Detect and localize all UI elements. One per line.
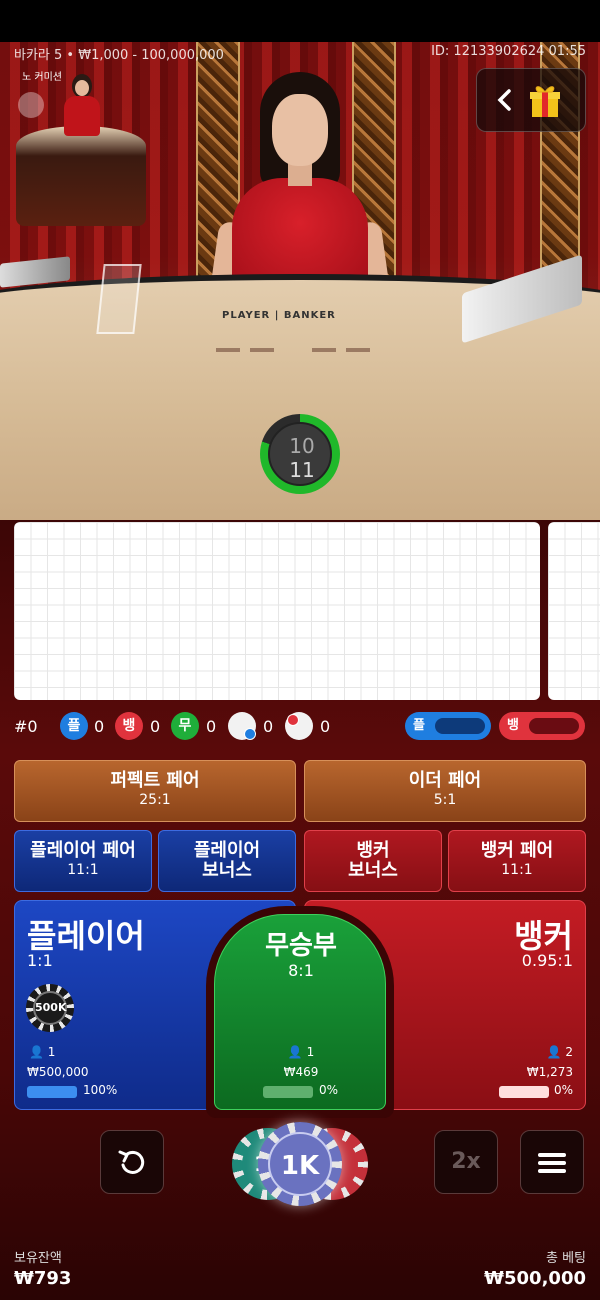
banker-win-badge: 뱅 [115, 712, 143, 740]
player-win-badge: 플 [60, 712, 88, 740]
banker-win-count: 0 [150, 717, 161, 736]
banker-bet-progress [499, 1086, 549, 1098]
menu-button[interactable] [520, 1130, 584, 1194]
banker-bonus-bet[interactable]: 뱅커 보너스 [304, 830, 442, 892]
double-button[interactable]: 2x [434, 1130, 498, 1194]
side-dealer [60, 74, 104, 136]
player-bonus-bet[interactable]: 플레이어 보너스 [158, 830, 296, 892]
banker-bonus-name-2: 보너스 [348, 860, 398, 881]
tie-bet-progress [263, 1086, 313, 1098]
card-slot [312, 348, 336, 352]
side-table [16, 126, 146, 226]
tie-bettors: 👤 1 [215, 1045, 387, 1059]
player-predict-label: 플 [413, 718, 425, 733]
banker-bettors: 👤 2 [547, 1045, 573, 1059]
player-pair-icon [228, 712, 256, 740]
placed-chip-value: 500K [33, 991, 67, 1025]
banker-bonus-name-1: 뱅커 [356, 840, 390, 861]
player-pair-odds: 11:1 [67, 862, 99, 878]
banker-bettor-count: 2 [565, 1045, 573, 1059]
tie-bet-amount: ₩469 [283, 1065, 319, 1079]
either-pair-bet[interactable]: 이더 페어 5:1 [304, 760, 586, 822]
banker-pair-bet[interactable]: 뱅커 페어 11:1 [448, 830, 586, 892]
tie-bet-odds: 8:1 [288, 961, 314, 980]
balance-value: ₩793 [14, 1268, 72, 1289]
game-id: ID: 12133902624 01:55 [431, 44, 586, 59]
perfect-pair-name: 퍼펙트 페어 [110, 770, 200, 791]
selected-chip[interactable]: 1K [258, 1122, 342, 1206]
perfect-pair-bet[interactable]: 퍼펙트 페어 25:1 [14, 760, 296, 822]
card-slot [346, 348, 370, 352]
promo-panel[interactable] [476, 68, 586, 132]
gift-icon[interactable] [529, 83, 561, 119]
tie-count: 0 [206, 717, 217, 736]
undo-button[interactable] [100, 1130, 164, 1194]
banker-bet-percent: 0% [553, 1083, 573, 1097]
banker-predict-label: 뱅 [507, 718, 519, 733]
placed-chip: 500K [26, 984, 74, 1032]
player-bonus-name-2: 보너스 [202, 860, 252, 881]
timer-previous: 10 [289, 434, 315, 458]
player-bet-amount: ₩500,000 [27, 1065, 89, 1079]
player-bettor-count: 1 [47, 1045, 56, 1059]
total-bet-value: ₩500,000 [484, 1268, 586, 1289]
live-video-feed: 노 커미션 PLAYER | BANKER 바카라 5 • ₩1,000 - 1… [0, 42, 600, 520]
user-icon: 👤 [287, 1045, 303, 1059]
player-win-count: 0 [94, 717, 105, 736]
double-label: 2x [451, 1149, 481, 1174]
user-icon: 👤 [29, 1045, 44, 1059]
big-road-grid[interactable] [548, 522, 600, 700]
banker-bet-odds: 0.95:1 [521, 951, 573, 970]
either-pair-odds: 5:1 [433, 792, 457, 808]
player-pair-bet[interactable]: 플레이어 페어 11:1 [14, 830, 152, 892]
banker-bet-amount: ₩1,273 [526, 1065, 573, 1079]
balance-label: 보유잔액 [14, 1251, 62, 1266]
player-bet-percent: 100% [83, 1083, 118, 1097]
card-slot [216, 348, 240, 352]
player-predict-toggle[interactable]: 플 [405, 712, 491, 740]
timer-current: 11 [289, 458, 315, 482]
top-status-bar [0, 0, 600, 42]
table-print: PLAYER | BANKER [222, 310, 336, 321]
hamburger-menu-icon [521, 1151, 583, 1179]
banker-pair-odds: 11:1 [501, 862, 533, 878]
player-bettors: 👤 1 [29, 1045, 55, 1059]
player-bet-odds: 1:1 [27, 951, 53, 970]
player-pair-name: 플레이어 페어 [30, 840, 136, 861]
table-info: 바카라 5 • ₩1,000 - 100,000,000 [14, 48, 224, 63]
selected-chip-value: 1K [268, 1132, 332, 1196]
side-table-label: 노 커미션 [22, 72, 62, 83]
side-table-indicator [18, 92, 44, 118]
perfect-pair-odds: 25:1 [139, 792, 171, 808]
banker-pair-count: 0 [320, 717, 331, 736]
card-slot [250, 348, 274, 352]
stats-bar: #0 플 0 뱅 0 무 0 0 0 플 뱅 [0, 712, 600, 742]
banker-pair-name: 뱅커 페어 [480, 840, 554, 861]
countdown-timer: 10 11 [260, 414, 340, 494]
tie-bet[interactable]: 무승부 8:1 👤 1 ₩469 0% [214, 914, 386, 1110]
player-pair-count: 0 [263, 717, 274, 736]
banker-pair-icon [285, 712, 313, 740]
player-bonus-name-1: 플레이어 [193, 840, 261, 861]
discard-box [96, 264, 142, 334]
user-icon: 👤 [546, 1045, 562, 1059]
round-number: #0 [14, 717, 38, 736]
bead-road-grid[interactable] [14, 522, 540, 700]
tie-bettor-count: 1 [306, 1045, 315, 1059]
tie-bet-name: 무승부 [265, 931, 337, 961]
either-pair-name: 이더 페어 [408, 770, 482, 791]
tie-badge: 무 [171, 712, 199, 740]
tie-bet-percent: 0% [319, 1083, 339, 1097]
total-bet-label: 총 베팅 [545, 1251, 586, 1266]
player-predict-track [435, 718, 485, 734]
banker-predict-toggle[interactable]: 뱅 [499, 712, 585, 740]
undo-icon [101, 1147, 163, 1181]
chevron-left-icon[interactable] [495, 87, 515, 118]
player-bet-progress [27, 1086, 77, 1098]
banker-predict-track [529, 718, 579, 734]
